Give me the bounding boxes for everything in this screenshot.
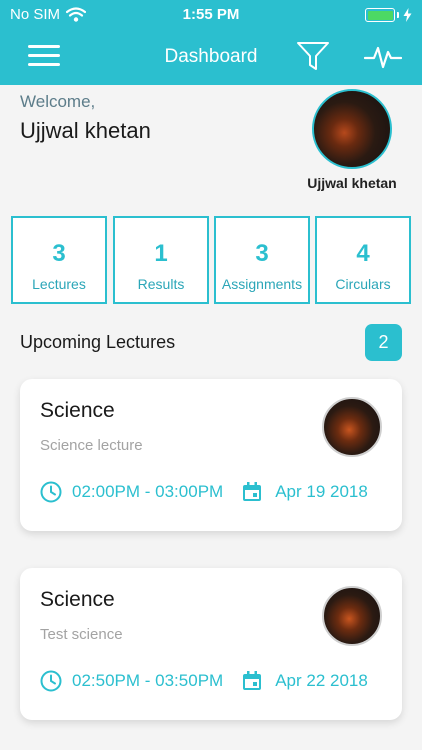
stat-circulars[interactable]: 4 Circulars — [315, 216, 411, 304]
stat-assignments[interactable]: 3 Assignments — [214, 216, 310, 304]
welcome-text: Welcome, — [20, 92, 96, 111]
user-name: Ujjwal khetan — [20, 118, 151, 143]
lecture-schedule: 02:00PM - 03:00PM Apr 19 2018 — [40, 481, 368, 503]
battery-icon — [365, 8, 395, 22]
clock-label: 1:55 PM — [182, 6, 240, 23]
lecture-description: Science lecture — [40, 437, 143, 454]
activity-icon[interactable] — [364, 40, 402, 72]
stat-label: Results — [137, 276, 185, 292]
stat-label: Lectures — [32, 276, 86, 292]
stat-value: 1 — [154, 240, 168, 267]
lecture-date: Apr 19 2018 — [275, 482, 368, 501]
stat-value: 4 — [356, 240, 370, 267]
clock-icon — [40, 670, 62, 692]
stat-lectures[interactable]: 3 Lectures — [11, 216, 107, 304]
lecture-date: Apr 22 2018 — [275, 671, 368, 690]
battery-indicator — [365, 8, 412, 22]
lecture-subject: Science — [40, 399, 115, 422]
calendar-icon — [243, 671, 262, 690]
calendar-icon — [243, 482, 262, 501]
stat-label: Circulars — [335, 276, 391, 292]
app-header: No SIM 1:55 PM Dashboard — [0, 0, 422, 85]
nav-bar: Dashboard — [0, 38, 422, 74]
clock-icon — [40, 481, 62, 503]
stats-row: 3 Lectures 1 Results 3 Assignments 4 Cir… — [11, 216, 411, 304]
avatar-caption: Ujjwal khetan — [307, 175, 397, 191]
section-title: Upcoming Lectures — [20, 332, 176, 352]
count-badge: 2 — [365, 324, 402, 361]
lecture-schedule: 02:50PM - 03:50PM Apr 22 2018 — [40, 670, 368, 692]
lecture-card[interactable]: Science Science lecture 02:00PM - 03:00P… — [20, 379, 402, 531]
stat-label: Assignments — [221, 276, 303, 292]
lecture-subject: Science — [40, 588, 115, 611]
page-title: Dashboard — [164, 46, 258, 67]
status-bar: No SIM 1:55 PM — [0, 6, 422, 26]
lecture-thumbnail — [322, 586, 382, 646]
charging-icon — [403, 8, 412, 22]
avatar[interactable] — [312, 89, 392, 169]
lecture-thumbnail — [322, 397, 382, 457]
lecture-time: 02:50PM - 03:50PM — [72, 671, 224, 690]
stat-value: 3 — [255, 240, 269, 267]
filter-icon[interactable] — [296, 40, 330, 72]
lecture-time: 02:00PM - 03:00PM — [72, 482, 224, 501]
lecture-card[interactable]: Science Test science 02:50PM - 03:50PM A… — [20, 568, 402, 720]
stat-results[interactable]: 1 Results — [113, 216, 209, 304]
lecture-description: Test science — [40, 626, 123, 643]
stat-value: 3 — [52, 240, 66, 267]
